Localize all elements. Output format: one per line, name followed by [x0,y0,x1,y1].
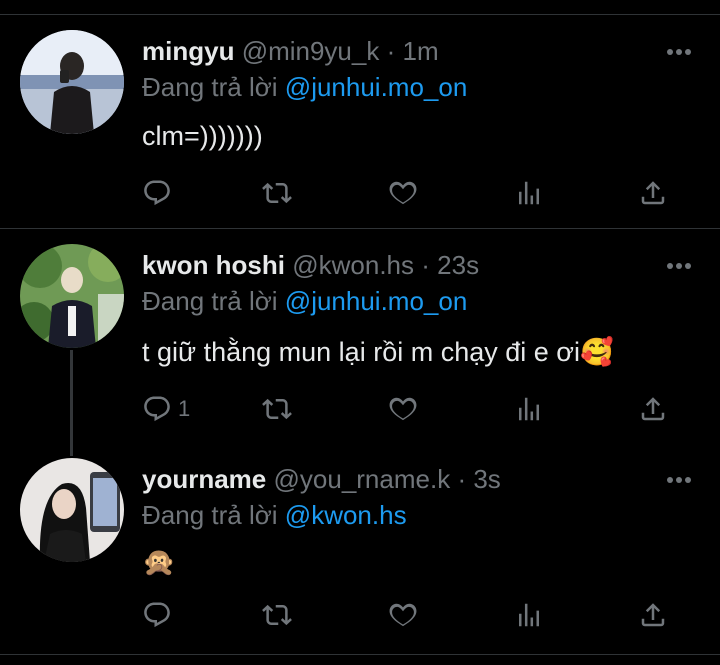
heart-icon [389,397,417,421]
retweet-button[interactable] [262,392,292,426]
share-button[interactable] [638,176,668,210]
share-icon [641,181,665,205]
display-name[interactable]: yourname [142,464,266,494]
speak-no-evil-monkey-emoji: 🙊 [142,547,176,577]
avatar[interactable] [20,244,124,348]
more-icon[interactable] [666,476,692,484]
like-button[interactable] [388,176,418,210]
reply-count: 1 [178,396,191,421]
replying-to-label: Đang trả lời [142,286,278,316]
avatar[interactable] [20,30,124,134]
avatar[interactable] [20,458,124,562]
like-button[interactable] [388,598,418,632]
more-icon[interactable] [666,48,692,56]
views-icon [519,181,539,205]
reply-button[interactable]: 1 [142,392,190,426]
display-name[interactable]: kwon hoshi [142,250,285,280]
timestamp[interactable]: 23s [437,250,479,280]
reply-icon [144,602,170,628]
retweet-button[interactable] [262,176,292,210]
mention-link[interactable]: @junhui.mo_on [285,286,468,316]
action-bar: 1 [142,392,682,426]
user-handle[interactable]: @kwon.hs [292,250,414,280]
reply-feed: mingyu @min9yu_k · 1m Đang trả lời @junh… [0,0,720,665]
share-button[interactable] [638,598,668,632]
tweet-text: clm=))))))) [142,121,263,151]
tweet-header: mingyu @min9yu_k · 1m [142,36,439,66]
views-icon [519,603,539,627]
replying-to: Đang trả lời @kwon.hs [142,500,407,530]
share-button[interactable] [638,392,668,426]
timestamp[interactable]: 3s [473,464,500,494]
action-bar [142,598,682,632]
tweet-text-body: t giữ thằng mun lại rồi m chạy đi e ơi [142,337,580,367]
tweet-header: kwon hoshi @kwon.hs · 23s [142,250,479,280]
more-icon[interactable] [666,262,692,270]
tweet-text: 🙊 [142,546,176,578]
tweet-mingyu[interactable]: mingyu @min9yu_k · 1m Đang trả lời @junh… [0,14,720,228]
replying-to-label: Đang trả lời [142,72,278,102]
tweet-text: t giữ thằng mun lại rồi m chạy đi e ơi🥰 [142,336,614,368]
like-button[interactable] [388,392,418,426]
share-icon [641,397,665,421]
reply-button[interactable] [142,176,178,210]
divider [0,654,720,655]
user-handle[interactable]: @you_rname.k [274,464,451,494]
views-icon [519,397,539,421]
replying-to-label: Đang trả lời [142,500,278,530]
display-name[interactable]: mingyu [142,36,234,66]
reply-icon [144,180,170,206]
mention-link[interactable]: @junhui.mo_on [285,72,468,102]
tweet-header: yourname @you_rname.k · 3s [142,464,501,494]
heart-icon [389,603,417,627]
tweet-kwon-hoshi[interactable]: kwon hoshi @kwon.hs · 23s Đang trả lời @… [0,228,720,448]
retweet-icon [262,398,292,420]
action-bar [142,176,682,210]
retweet-icon [262,182,292,204]
views-button[interactable] [514,598,544,632]
reply-button[interactable] [142,598,178,632]
separator: · [421,250,430,280]
replying-to: Đang trả lời @junhui.mo_on [142,286,467,316]
separator: · [386,36,396,66]
views-button[interactable] [514,176,544,210]
heart-icon [389,181,417,205]
retweet-icon [262,604,292,626]
mention-link[interactable]: @kwon.hs [285,500,407,530]
tweet-yourname[interactable]: yourname @you_rname.k · 3s Đang trả lời … [0,448,720,654]
separator: · [457,464,467,494]
smiling-hearts-emoji: 🥰 [579,337,614,367]
retweet-button[interactable] [262,598,292,632]
user-handle[interactable]: @min9yu_k [242,36,380,66]
timestamp[interactable]: 1m [403,36,439,66]
views-button[interactable] [514,392,544,426]
share-icon [641,603,665,627]
replying-to: Đang trả lời @junhui.mo_on [142,72,467,102]
reply-icon [144,396,170,422]
